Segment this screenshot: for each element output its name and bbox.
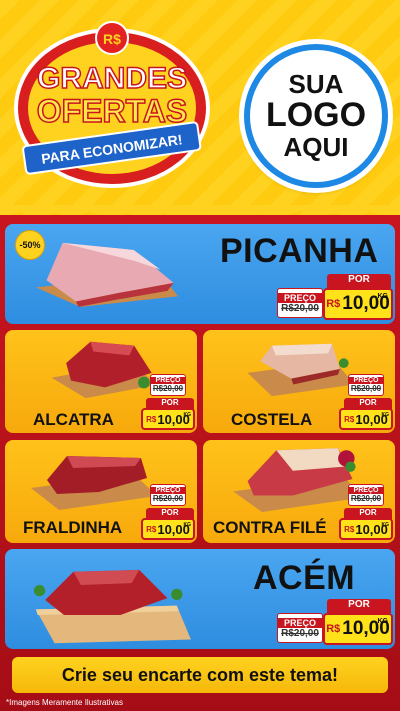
- product-card-contra-file[interactable]: CONTRA FILÉ PREÇO R$20,00 POR R$ 10,00 K…: [203, 440, 395, 543]
- cta-text: Crie seu encarte com este tema!: [61, 664, 339, 685]
- product-name: PICANHA: [220, 232, 379, 270]
- old-price-tag: PREÇO R$20,00: [277, 613, 323, 643]
- old-price-tag: PREÇO R$20,00: [150, 484, 186, 506]
- old-price-tag: PREÇO R$20,00: [150, 374, 186, 396]
- currency-symbol: R$: [326, 623, 341, 635]
- old-price-tag: PREÇO R$20,00: [348, 484, 384, 506]
- currency-symbol: R$: [146, 524, 157, 534]
- old-price-tag: PREÇO R$20,00: [277, 288, 323, 318]
- new-price-tag: R$ 10,00 KG: [339, 518, 393, 540]
- product-card-fraldinha[interactable]: FRALDINHA PREÇO R$20,00 POR R$ 10,00 KG: [5, 440, 197, 543]
- header-banner: R$ GRANDES OFERTAS PARA ECONOMIZAR! SUA …: [0, 0, 400, 215]
- old-price-value: R$20,00: [350, 384, 382, 393]
- old-price-value: R$20,00: [281, 302, 319, 314]
- old-price-value: R$20,00: [281, 627, 319, 639]
- meat-costela-image: [247, 343, 355, 397]
- grandes-ofertas-badge: R$ GRANDES OFERTAS PARA ECONOMIZAR!: [14, 21, 210, 188]
- currency-symbol: R$: [146, 414, 157, 424]
- product-name: COSTELA: [231, 410, 313, 429]
- product-name: ACÉM: [253, 559, 356, 597]
- new-price-tag: R$ 10,00 KG: [323, 613, 393, 645]
- new-price-tag: R$ 10,00 KG: [339, 408, 393, 430]
- meat-acem-image: [33, 569, 191, 644]
- meat-alcatra-image: [51, 341, 159, 399]
- old-price-tag: PREÇO R$20,00: [348, 374, 384, 396]
- badge-currency: R$: [103, 31, 121, 47]
- old-price-label: PREÇO: [349, 377, 383, 384]
- old-price-value: R$20,00: [152, 494, 184, 503]
- old-price-value: R$20,00: [350, 494, 382, 503]
- product-card-costela[interactable]: COSTELA PREÇO R$20,00 POR R$ 10,00 KG: [203, 330, 395, 433]
- new-price-tag: R$ 10,00 KG: [323, 288, 393, 320]
- meat-picanha-image: [35, 242, 179, 307]
- product-name: FRALDINHA: [23, 518, 123, 537]
- meat-fraldinha-image: [31, 456, 157, 510]
- product-card-acem[interactable]: ACÉM POR PREÇO R$20,00 R$ 10,00 KG: [5, 549, 395, 649]
- old-price-label: PREÇO: [349, 487, 383, 494]
- footnote: *Imagens Meramente Ilustrativas: [6, 698, 123, 707]
- logo-line2: LOGO: [265, 96, 367, 135]
- currency-symbol: R$: [344, 524, 355, 534]
- meat-contra-file-image: [233, 448, 363, 512]
- currency-symbol: R$: [326, 298, 341, 310]
- old-price-label: PREÇO: [278, 617, 322, 628]
- badge-line2: OFERTAS: [37, 93, 188, 129]
- cta-banner[interactable]: Crie seu encarte com este tema!: [12, 657, 388, 693]
- now-label: POR: [327, 274, 391, 288]
- currency-symbol: R$: [344, 414, 355, 424]
- now-label: POR: [327, 599, 391, 613]
- product-name: CONTRA FILÉ: [213, 518, 327, 537]
- unit-label: KG: [381, 412, 390, 418]
- product-card-picanha[interactable]: -50% PICANHA POR PREÇO R$20,00 R$ 10,00 …: [5, 224, 395, 324]
- unit-label: KG: [183, 412, 192, 418]
- product-card-alcatra[interactable]: ALCATRA PREÇO R$20,00 POR R$ 10,00 KG: [5, 330, 197, 433]
- unit-label: KG: [377, 293, 389, 300]
- logo-line3: AQUI: [283, 131, 349, 162]
- old-price-label: PREÇO: [151, 487, 185, 494]
- logo-line1: SUA: [288, 68, 344, 99]
- unit-label: KG: [183, 522, 192, 528]
- new-price-tag: R$ 10,00 KG: [141, 518, 195, 540]
- old-price-value: R$20,00: [152, 384, 184, 393]
- product-name: ALCATRA: [33, 410, 114, 429]
- badge-line1: GRANDES: [37, 62, 187, 95]
- old-price-label: PREÇO: [151, 377, 185, 384]
- new-price-tag: R$ 10,00 KG: [141, 408, 195, 430]
- old-price-label: PREÇO: [278, 292, 322, 303]
- logo-placeholder[interactable]: SUA LOGO AQUI: [244, 44, 388, 188]
- unit-label: KG: [377, 618, 389, 625]
- unit-label: KG: [381, 522, 390, 528]
